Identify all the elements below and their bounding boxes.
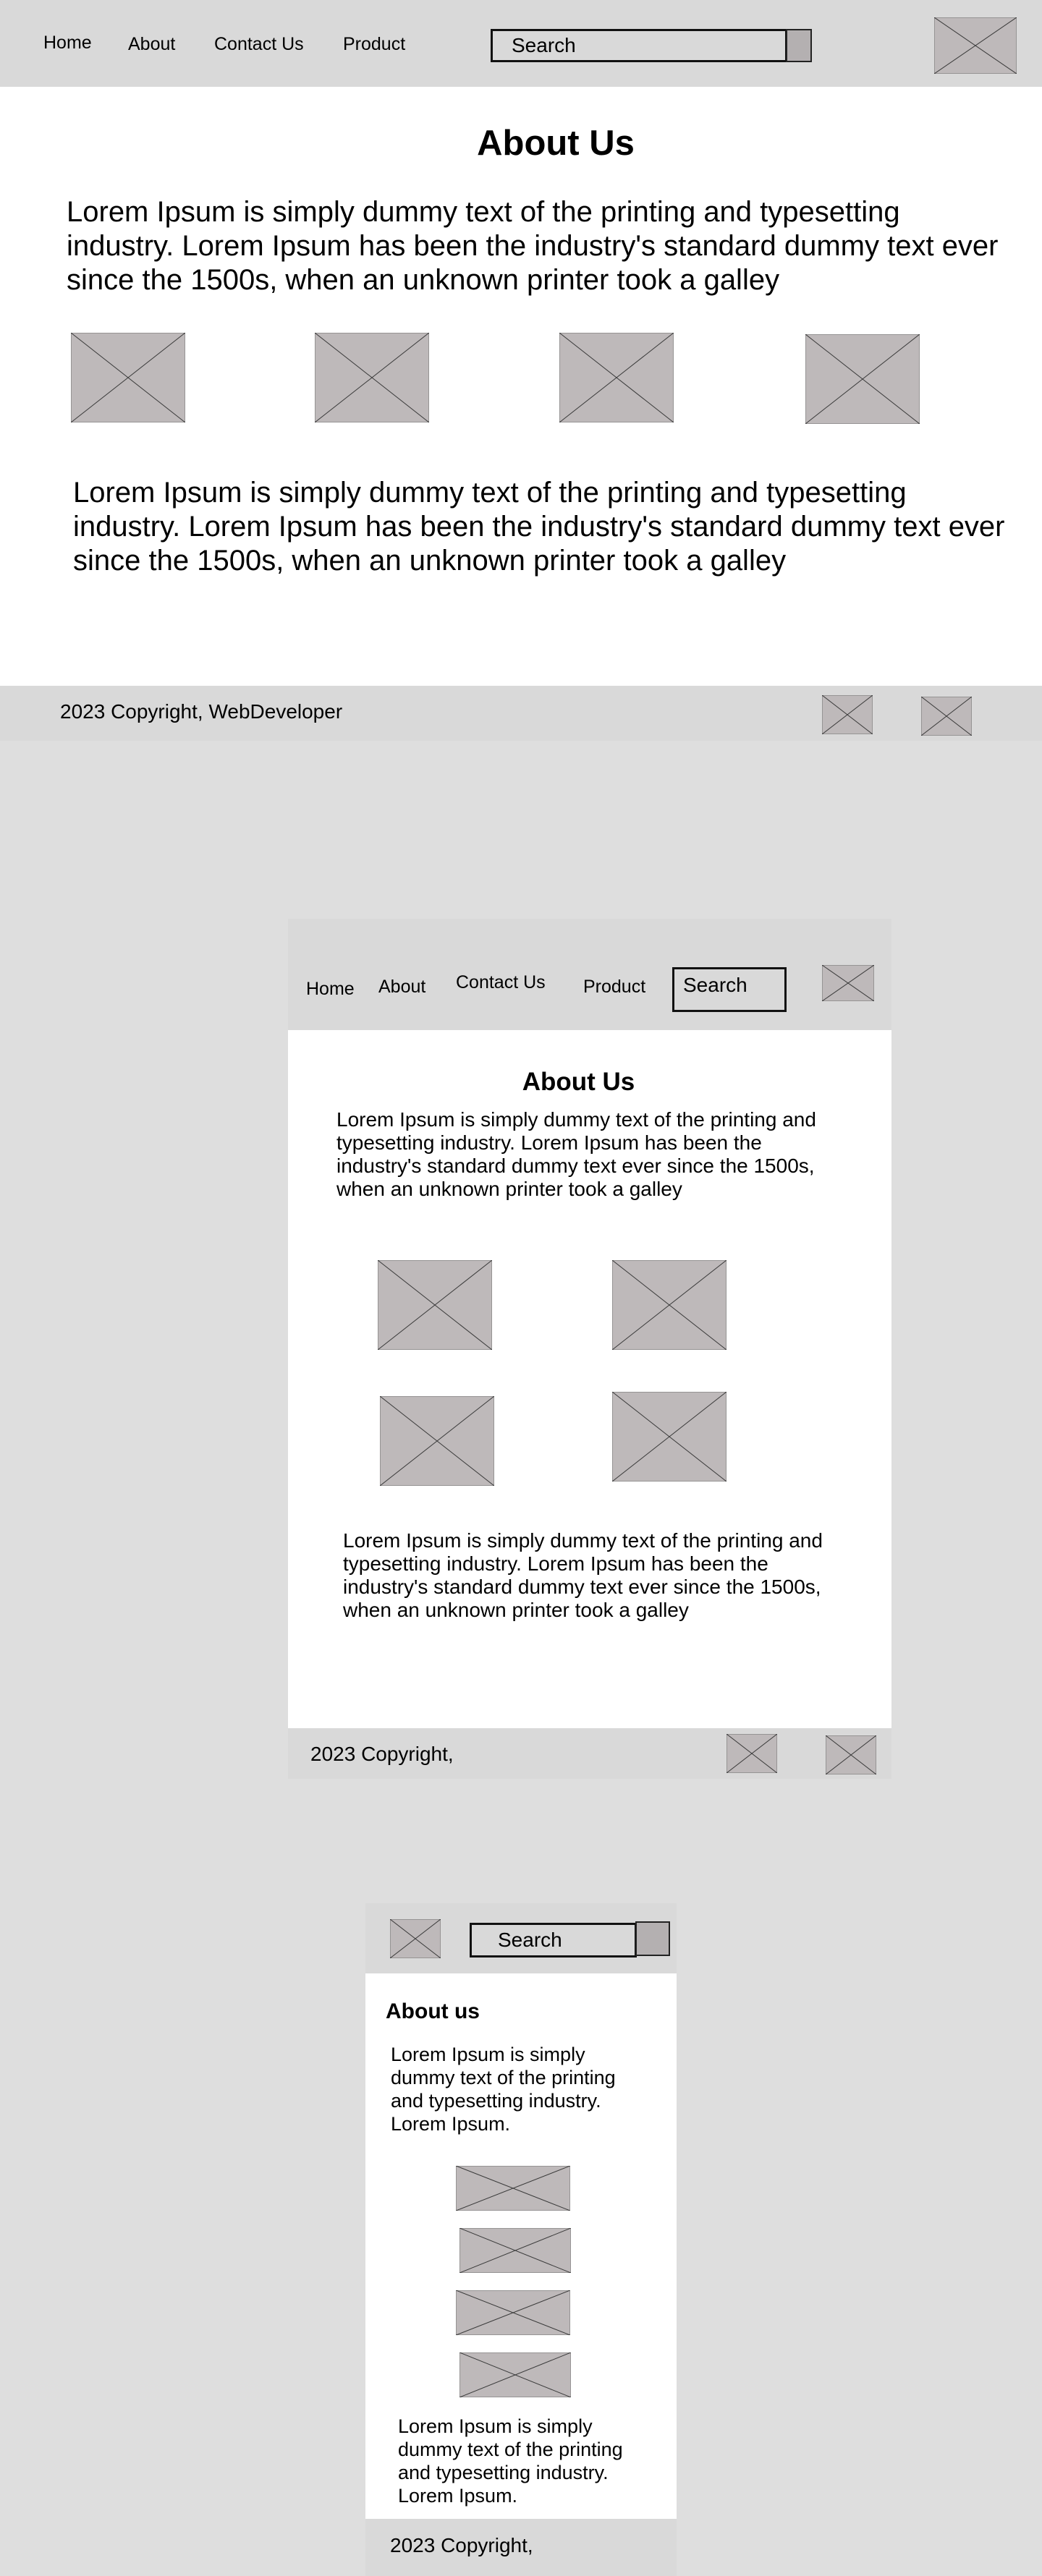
- desktop-content: About Us Lorem Ipsum is simply dummy tex…: [0, 87, 1042, 686]
- image-placeholder-icon: [826, 1735, 876, 1774]
- mobile-footer-copyright: 2023 Copyright,: [390, 2534, 533, 2556]
- tablet-header: Home About Contact Us Product Search: [288, 919, 891, 1030]
- image-placeholder-icon: [559, 333, 674, 422]
- tablet-nav-home[interactable]: Home: [306, 979, 355, 1000]
- mobile-search-input[interactable]: Search: [470, 1923, 637, 1957]
- desktop-page-title: About Us: [477, 124, 635, 163]
- mobile-image-2: [459, 2228, 571, 2273]
- desktop-image-4: [805, 334, 920, 424]
- desktop-footer: 2023 Copyright, WebDeveloper: [0, 686, 1042, 741]
- tablet-content: About Us Lorem Ipsum is simply dummy tex…: [288, 1030, 891, 1728]
- mobile-logo-image: [390, 1919, 441, 1958]
- desktop-logo-image: [934, 17, 1017, 74]
- image-placeholder-icon: [71, 333, 185, 422]
- tablet-nav-about[interactable]: About: [378, 977, 425, 998]
- image-placeholder-icon: [378, 1260, 492, 1350]
- tablet-image-2: [612, 1260, 727, 1350]
- image-placeholder-icon: [921, 697, 972, 736]
- tablet-page-title: About Us: [522, 1068, 635, 1096]
- mobile-image-4: [459, 2352, 571, 2397]
- mobile-image-3: [456, 2290, 570, 2335]
- tablet-nav-product[interactable]: Product: [583, 977, 645, 998]
- image-placeholder-icon: [805, 334, 920, 424]
- desktop-nav-contact[interactable]: Contact Us: [214, 34, 304, 55]
- mobile-paragraph-1: Lorem Ipsum is simply dummy text of the …: [391, 2044, 616, 2135]
- desktop-paragraph-2: Lorem Ipsum is simply dummy text of the …: [73, 477, 1005, 577]
- tablet-image-4: [612, 1392, 727, 1482]
- tablet-paragraph-2: Lorem Ipsum is simply dummy text of the …: [343, 1529, 823, 1621]
- image-placeholder-icon: [380, 1396, 494, 1486]
- image-placeholder-icon: [822, 965, 874, 1001]
- tablet-footer: 2023 Copyright,: [288, 1728, 891, 1779]
- tablet-nav-contact[interactable]: Contact Us: [456, 972, 546, 993]
- desktop-image-3: [559, 333, 674, 422]
- tablet-footer-social-icon-1[interactable]: [727, 1734, 777, 1773]
- tablet-image-1: [378, 1260, 492, 1350]
- desktop-search-button[interactable]: [786, 29, 812, 62]
- image-placeholder-icon: [612, 1392, 727, 1482]
- desktop-paragraph-1: Lorem Ipsum is simply dummy text of the …: [67, 196, 999, 296]
- desktop-footer-social-icon-1[interactable]: [822, 695, 873, 734]
- tablet-logo-image: [822, 965, 874, 1001]
- image-placeholder-icon: [456, 2166, 570, 2211]
- desktop-footer-copyright: 2023 Copyright, WebDeveloper: [60, 700, 343, 723]
- image-placeholder-icon: [459, 2352, 571, 2397]
- tablet-image-3: [380, 1396, 494, 1486]
- mobile-content: About us Lorem Ipsum is simply dummy tex…: [365, 1973, 677, 2519]
- mobile-footer: 2023 Copyright,: [365, 2519, 677, 2576]
- desktop-nav-about[interactable]: About: [128, 34, 175, 55]
- image-placeholder-icon: [612, 1260, 727, 1350]
- desktop-search-input[interactable]: Search: [491, 29, 787, 62]
- desktop-header: Home About Contact Us Product Search: [0, 0, 1042, 87]
- mobile-search-button[interactable]: [635, 1921, 670, 1956]
- mobile-image-1: [456, 2166, 570, 2211]
- tablet-paragraph-1: Lorem Ipsum is simply dummy text of the …: [336, 1108, 816, 1200]
- desktop-footer-social-icon-2[interactable]: [921, 697, 972, 736]
- image-placeholder-icon: [390, 1919, 441, 1958]
- desktop-image-1: [71, 333, 185, 422]
- image-placeholder-icon: [934, 17, 1017, 74]
- mobile-header: Search: [365, 1903, 677, 1973]
- image-placeholder-icon: [315, 333, 429, 422]
- image-placeholder-icon: [822, 695, 873, 734]
- mobile-paragraph-2: Lorem Ipsum is simply dummy text of the …: [398, 2415, 623, 2507]
- desktop-image-2: [315, 333, 429, 422]
- image-placeholder-icon: [727, 1734, 777, 1773]
- image-placeholder-icon: [456, 2290, 570, 2335]
- tablet-footer-copyright: 2023 Copyright,: [310, 1743, 454, 1765]
- desktop-nav-product[interactable]: Product: [343, 34, 405, 55]
- tablet-search-input[interactable]: Search: [672, 967, 787, 1012]
- image-placeholder-icon: [459, 2228, 571, 2273]
- mobile-page-title: About us: [386, 1999, 480, 2023]
- desktop-nav-home[interactable]: Home: [43, 33, 92, 54]
- tablet-footer-social-icon-2[interactable]: [826, 1735, 876, 1774]
